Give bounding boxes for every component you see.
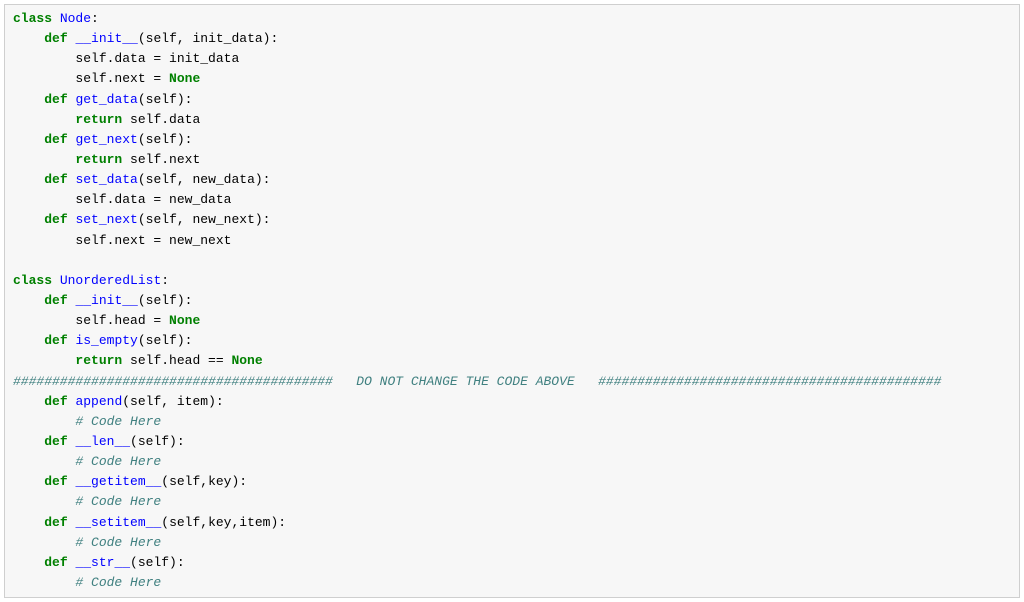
keyword-def: def [44,31,67,46]
builtin-none: None [169,313,200,328]
fn-name: get_data [75,92,137,107]
fn-name: __len__ [75,434,130,449]
line: def set_data(self, new_data): [13,172,270,187]
line: def append(self, item): [13,394,224,409]
line: # Code Here [13,494,161,509]
keyword-def: def [44,555,67,570]
keyword-def: def [44,474,67,489]
builtin-none: None [169,71,200,86]
params: (self): [138,293,193,308]
builtin-none: None [231,353,262,368]
line: # Code Here [13,575,161,590]
keyword-return: return [75,353,122,368]
line: def get_next(self): [13,132,192,147]
line: def __init__(self): [13,293,192,308]
comment: # Code Here [75,454,161,469]
line: # Code Here [13,535,161,550]
keyword-def: def [44,333,67,348]
line: def set_next(self, new_next): [13,212,270,227]
params: (self): [138,333,193,348]
comment: # Code Here [75,494,161,509]
separator-line: ########################################… [13,374,941,389]
fn-name: get_next [75,132,137,147]
line: class Node: [13,11,99,26]
keyword-class: class [13,273,52,288]
line: return self.head == None [13,353,263,368]
ret-val: self.data [122,112,200,127]
colon: : [91,11,99,26]
sep-right: ########################################… [598,374,941,389]
line: def is_empty(self): [13,333,192,348]
class-name: UnorderedList [60,273,161,288]
colon: : [161,273,169,288]
keyword-def: def [44,394,67,409]
fn-name: __init__ [75,293,137,308]
comment: # Code Here [75,575,161,590]
line: # Code Here [13,454,161,469]
fn-name: __getitem__ [75,474,161,489]
line: def __str__(self): [13,555,185,570]
params: (self): [130,555,185,570]
comment: # Code Here [75,535,161,550]
comment: # Code Here [75,414,161,429]
params: (self,key,item): [161,515,286,530]
line: def get_data(self): [13,92,192,107]
line: return self.next [13,152,200,167]
keyword-def: def [44,434,67,449]
stmt: self.next = new_next [75,233,231,248]
params: (self, init_data): [138,31,278,46]
stmt-pre: self.head = [75,313,169,328]
line: def __setitem__(self,key,item): [13,515,286,530]
fn-name: set_data [75,172,137,187]
keyword-return: return [75,152,122,167]
keyword-def: def [44,172,67,187]
sep-left: ########################################… [13,374,333,389]
line: class UnorderedList: [13,273,169,288]
fn-name: __init__ [75,31,137,46]
line: return self.data [13,112,200,127]
params: (self, item): [122,394,223,409]
line: def __len__(self): [13,434,185,449]
params: (self): [130,434,185,449]
fn-name: is_empty [75,333,137,348]
fn-name: set_next [75,212,137,227]
params: (self): [138,132,193,147]
line: self.head = None [13,313,200,328]
keyword-def: def [44,212,67,227]
sep-text: DO NOT CHANGE THE CODE ABOVE [333,374,598,389]
params: (self): [138,92,193,107]
blank-line [13,253,21,268]
params: (self, new_data): [138,172,271,187]
keyword-def: def [44,293,67,308]
code-block: class Node: def __init__(self, init_data… [4,4,1020,598]
line: self.data = new_data [13,192,231,207]
fn-name: append [75,394,122,409]
keyword-def: def [44,92,67,107]
stmt: self.data = init_data [75,51,239,66]
ret-val: self.next [122,152,200,167]
line: def __init__(self, init_data): [13,31,278,46]
keyword-class: class [13,11,52,26]
fn-name: __setitem__ [75,515,161,530]
fn-name: __str__ [75,555,130,570]
line: # Code Here [13,414,161,429]
line: self.next = new_next [13,233,231,248]
line: def __getitem__(self,key): [13,474,247,489]
line: self.next = None [13,71,200,86]
keyword-def: def [44,132,67,147]
params: (self,key): [161,474,247,489]
class-name: Node [60,11,91,26]
keyword-def: def [44,515,67,530]
ret-mid: self.head == [122,353,231,368]
params: (self, new_next): [138,212,271,227]
keyword-return: return [75,112,122,127]
stmt: self.data = new_data [75,192,231,207]
stmt-pre: self.next = [75,71,169,86]
line: self.data = init_data [13,51,239,66]
